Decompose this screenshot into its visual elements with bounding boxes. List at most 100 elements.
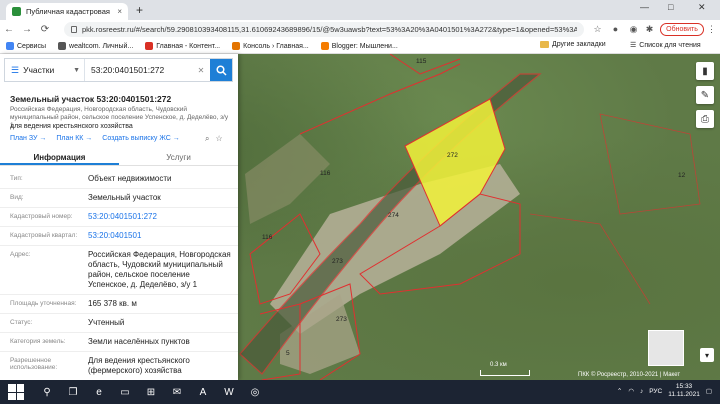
map-scale-bar: [480, 370, 530, 376]
bookmark-other[interactable]: Другие закладки: [540, 41, 606, 48]
globe-icon: [58, 42, 67, 50]
reload-button[interactable]: ⟳: [36, 24, 54, 35]
map-scale-label: 0.3 км: [490, 362, 507, 368]
word-icon[interactable]: W: [216, 380, 242, 404]
forward-button[interactable]: →: [18, 24, 36, 35]
row-value: Учтенный: [88, 318, 125, 327]
edge-icon[interactable]: e: [86, 380, 112, 404]
tray-chevron-icon[interactable]: ⌃: [617, 387, 622, 395]
info-panel: ☰ Участки ▼ ✕ Земельный участок 53:20:04…: [0, 54, 238, 380]
row-key: Категория земель:: [10, 338, 66, 345]
store-icon[interactable]: ⊞: [138, 380, 164, 404]
mail-icon[interactable]: ✉: [164, 380, 190, 404]
search-category-label: Участки: [23, 65, 55, 75]
back-button[interactable]: ←: [0, 24, 18, 35]
bookmark-console[interactable]: Консоль › Главная...: [232, 42, 309, 50]
bookmark-wealtcom[interactable]: wealtcom. Личный...: [58, 42, 133, 50]
bookmark-services[interactable]: Сервисы: [6, 42, 46, 50]
parcel-label: 5: [286, 350, 290, 357]
search-bar: ☰ Участки ▼ ✕: [4, 58, 233, 82]
profile-icon[interactable]: ◉: [628, 24, 639, 35]
row-key: Тип:: [10, 175, 23, 182]
parcel-label: 272: [447, 152, 458, 159]
system-tray: ⌃ ◠ ♪ РУС 15:33 11.11.2021 ▢: [617, 383, 712, 399]
table-row: Вид: Земельный участок: [0, 189, 238, 208]
map-layers-icon[interactable]: ▮: [696, 62, 714, 80]
notifications-icon[interactable]: ▢: [706, 387, 712, 395]
print-icon[interactable]: ⎙: [696, 110, 714, 128]
address-bar[interactable]: pkk.rosreestr.ru/#/search/59.29081039340…: [64, 22, 584, 37]
chevron-down-icon: ▼: [73, 66, 80, 74]
bookmark-reading-list[interactable]: ☰ Список для чтения: [630, 41, 701, 50]
table-row: Тип: Объект недвижимости: [0, 170, 238, 189]
zoom-to-object-icon[interactable]: ⌕: [205, 134, 209, 144]
windows-start-icon[interactable]: [8, 384, 24, 400]
new-tab-button[interactable]: +: [136, 3, 143, 17]
row-value: Земли населённых пунктов: [88, 337, 190, 346]
language-indicator[interactable]: РУС: [649, 388, 662, 395]
pdf-icon[interactable]: A: [190, 380, 216, 404]
clock[interactable]: 15:33 11.11.2021: [668, 383, 700, 399]
ruler-icon[interactable]: ✎: [696, 86, 714, 104]
blogger-icon: [320, 42, 329, 50]
tab-close-icon[interactable]: ×: [117, 7, 122, 16]
clear-icon[interactable]: ✕: [195, 66, 207, 75]
maximize-button[interactable]: □: [668, 2, 673, 12]
star-icon[interactable]: ☆: [592, 24, 603, 35]
row-value: Российская Федерация, Новгородская облас…: [88, 250, 231, 289]
table-row: Категория земель: Земли населённых пункт…: [0, 333, 238, 352]
bookmark-star-icon[interactable]: ☆: [215, 134, 222, 144]
chrome-icon[interactable]: ◎: [242, 380, 268, 404]
create-extract-link[interactable]: Создать выписку ЖС →: [102, 135, 179, 142]
search-icon[interactable]: ⚲: [34, 380, 60, 404]
bookmark-main-content[interactable]: Главная - Контент...: [145, 42, 220, 50]
object-purpose: для ведения крестьянского хозяйства: [10, 123, 133, 130]
tab-services[interactable]: Услуги: [119, 150, 238, 165]
minimap-expand-icon[interactable]: ▾: [700, 348, 714, 362]
row-key: Статус:: [10, 319, 33, 326]
table-row: Адрес: Российская Федерация, Новгородска…: [0, 246, 238, 295]
volume-icon[interactable]: ♪: [640, 388, 643, 395]
search-button[interactable]: [210, 59, 232, 81]
cadastral-quarter-link[interactable]: 53:20:0401501: [88, 231, 232, 241]
bookmark-blogger[interactable]: Blogger: Мышлени...: [320, 42, 398, 50]
task-view-icon[interactable]: ❐: [60, 380, 86, 404]
youtube-icon: [145, 42, 154, 50]
minimap[interactable]: [648, 330, 684, 366]
browser-tab-bar: Публичная кадастровая карта × + — □ ✕: [0, 0, 720, 20]
browser-tab[interactable]: Публичная кадастровая карта ×: [6, 3, 128, 20]
row-key: Вид:: [10, 194, 24, 201]
cadastral-number-link[interactable]: 53:20:0401501:272: [88, 212, 232, 222]
rosreestr-favicon-icon: [12, 7, 21, 16]
object-title: Земельный участок 53:20:0401501:272: [10, 94, 172, 104]
row-key: Разрешенное использование:: [10, 357, 58, 371]
puzzle-icon[interactable]: ✱: [644, 24, 655, 35]
console-icon: [232, 42, 241, 50]
search-input[interactable]: [85, 65, 195, 75]
info-tabs: Информация Услуги: [0, 150, 238, 166]
tab-title: Публичная кадастровая карта: [26, 7, 112, 16]
row-key: Адрес:: [10, 251, 31, 258]
search-category-select[interactable]: ☰ Участки ▼: [5, 59, 85, 81]
parcel-label: 273: [332, 258, 343, 265]
parcel-label: 273: [336, 316, 347, 323]
folder-icon: [540, 41, 549, 48]
file-explorer-icon[interactable]: ▭: [112, 380, 138, 404]
attribute-table: Тип: Объект недвижимости Вид: Земельный …: [0, 170, 238, 380]
update-browser-button[interactable]: Обновить: [660, 23, 704, 36]
close-window-button[interactable]: ✕: [698, 2, 706, 13]
parcel-label: 12: [678, 172, 686, 179]
more-menu-icon[interactable]: ⋮: [706, 24, 717, 35]
plan-kk-link[interactable]: План КК →: [56, 135, 92, 142]
clock-date: 11.11.2021: [668, 391, 700, 398]
plan-zu-link[interactable]: План ЗУ →: [10, 135, 46, 142]
minimize-button[interactable]: —: [640, 2, 649, 12]
extension-icon[interactable]: ●: [610, 24, 621, 35]
os-taskbar: ⚲ ❐ e ▭ ⊞ ✉ A W ◎ ⌃ ◠ ♪ РУС 15:33 11.11.…: [0, 380, 720, 404]
browser-toolbar: ← → ⟳ pkk.rosreestr.ru/#/search/59.29081…: [0, 20, 720, 39]
parcel-label: 116: [262, 234, 273, 241]
wifi-icon[interactable]: ◠: [628, 387, 634, 395]
parcel-label: 116: [320, 170, 331, 177]
row-key: Кадастровый квартал:: [10, 232, 78, 239]
tab-information[interactable]: Информация: [0, 150, 119, 165]
